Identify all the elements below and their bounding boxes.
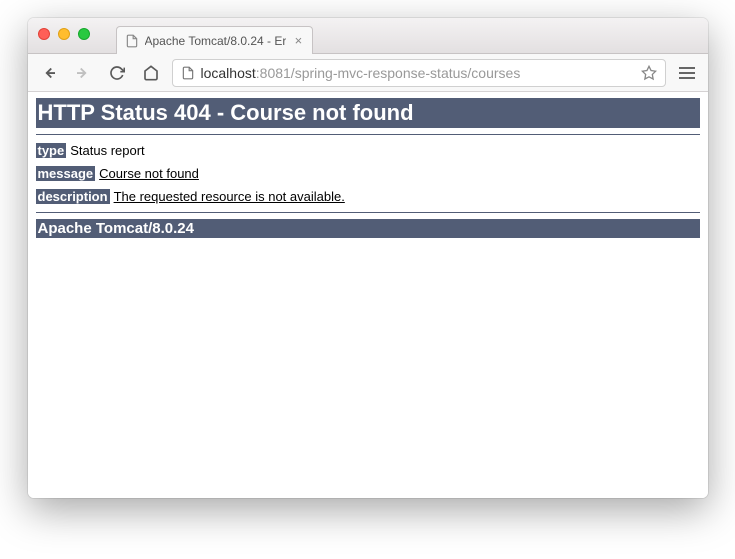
status-type-row: typeStatus report xyxy=(36,143,700,158)
page-title: HTTP Status 404 - Course not found xyxy=(36,98,700,128)
toolbar: localhost:8081/spring-mvc-response-statu… xyxy=(28,54,708,92)
tab-title: Apache Tomcat/8.0.24 - Er xyxy=(145,34,287,48)
divider xyxy=(36,134,700,135)
hamburger-icon xyxy=(679,67,695,69)
titlebar: Apache Tomcat/8.0.24 - Er × xyxy=(28,18,708,54)
url-host: localhost xyxy=(201,65,256,81)
menu-button[interactable] xyxy=(674,60,700,86)
bookmark-star-icon[interactable] xyxy=(641,65,657,81)
close-window-button[interactable] xyxy=(38,28,50,40)
home-icon xyxy=(143,65,159,81)
page-content: HTTP Status 404 - Course not found typeS… xyxy=(28,92,708,498)
address-bar[interactable]: localhost:8081/spring-mvc-response-statu… xyxy=(172,59,666,87)
browser-tab[interactable]: Apache Tomcat/8.0.24 - Er × xyxy=(116,26,314,54)
maximize-window-button[interactable] xyxy=(78,28,90,40)
arrow-left-icon xyxy=(40,64,58,82)
file-icon xyxy=(125,34,139,48)
browser-window: Apache Tomcat/8.0.24 - Er × localhost:80… xyxy=(28,18,708,498)
close-tab-icon[interactable]: × xyxy=(292,35,304,47)
divider xyxy=(36,212,700,213)
url-text: localhost:8081/spring-mvc-response-statu… xyxy=(201,65,635,81)
message-label: message xyxy=(36,166,96,181)
reload-icon xyxy=(109,65,125,81)
status-description-row: description The requested resource is not… xyxy=(36,189,700,204)
forward-button[interactable] xyxy=(70,60,96,86)
type-value: Status report xyxy=(70,143,144,158)
home-button[interactable] xyxy=(138,60,164,86)
description-value: The requested resource is not available. xyxy=(114,189,345,204)
page-icon xyxy=(181,66,195,80)
description-label: description xyxy=(36,189,110,204)
message-value: Course not found xyxy=(99,166,199,181)
minimize-window-button[interactable] xyxy=(58,28,70,40)
arrow-right-icon xyxy=(74,64,92,82)
traffic-lights xyxy=(38,28,90,40)
type-label: type xyxy=(36,143,67,158)
status-message-row: messageCourse not found xyxy=(36,166,700,181)
server-footer: Apache Tomcat/8.0.24 xyxy=(36,219,700,238)
back-button[interactable] xyxy=(36,60,62,86)
reload-button[interactable] xyxy=(104,60,130,86)
url-path: :8081/spring-mvc-response-status/courses xyxy=(256,65,521,81)
